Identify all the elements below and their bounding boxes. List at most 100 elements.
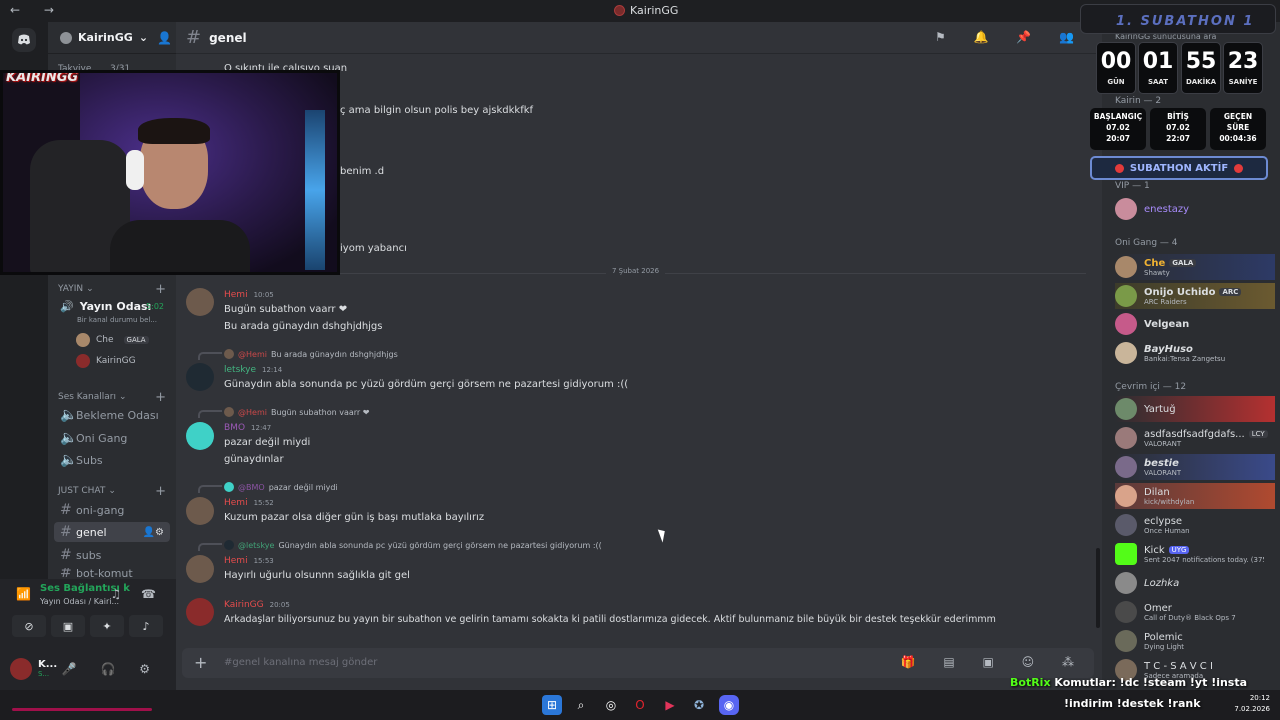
reply-connector	[198, 543, 222, 551]
discord-home-icon[interactable]	[12, 28, 36, 52]
hash-icon: #	[60, 547, 72, 563]
voice-channel-bekleme[interactable]: 🔈 Bekleme Odası	[54, 405, 170, 425]
hash-icon: #	[60, 524, 72, 540]
member-polemic[interactable]: Polemic Dying Light	[1115, 628, 1275, 654]
member-kick[interactable]: Kick UYG Sent 2047 notifications today. (3…	[1115, 541, 1275, 567]
avatar[interactable]	[186, 288, 214, 316]
reply-preview[interactable]: @Hemi Bu arada günaydın dshghjdhjgs	[224, 349, 398, 359]
member-velgean[interactable]: Velgean	[1115, 311, 1275, 337]
add-channel-icon[interactable]: +	[155, 282, 166, 297]
message-text: Kuzum pazar olsa diğer gün iş başı mutla…	[224, 512, 485, 523]
activities-button[interactable]: ✦	[90, 615, 124, 637]
message-input[interactable]: #genel kanalına mesaj gönder	[224, 657, 377, 668]
category-ses-kanallari[interactable]: Ses Kanalları ⌄ +	[58, 390, 166, 405]
speaker-icon: 🔈	[60, 452, 78, 468]
live-dot-icon	[1114, 163, 1124, 173]
avatar[interactable]	[10, 657, 32, 680]
voice-channel-oni-gang[interactable]: 🔈 Oni Gang	[54, 428, 170, 448]
voice-user-kairingg[interactable]: KairinGG	[76, 354, 136, 368]
voice-channel-yayin-odasi[interactable]: 🔊 Yayın Odası 5:02	[54, 297, 170, 315]
speaker-icon: 🔈	[60, 430, 78, 446]
text-channel-genel[interactable]: # genel 👤⚙	[54, 522, 170, 542]
botrix-commands-line2: !indirim !destek !rank	[1064, 697, 1201, 710]
avatar[interactable]	[186, 422, 214, 450]
avatar[interactable]	[186, 497, 214, 525]
member-dilan[interactable]: Dilan kick/withdylan	[1115, 483, 1275, 509]
disconnect-icon[interactable]: ♫ ☎	[110, 587, 164, 601]
signal-icon: 📶	[16, 587, 31, 601]
message-text: ç ama bilgin olsun polis bey ajskdkkfkf	[340, 105, 534, 116]
avatar	[224, 407, 234, 417]
member-bestie[interactable]: bestie VALORANT	[1115, 454, 1275, 480]
member-eclypse[interactable]: eclypse Once Human	[1115, 512, 1275, 538]
member-yartug[interactable]: Yartuğ	[1115, 396, 1275, 422]
steam-icon[interactable]: ✪	[689, 695, 709, 715]
avatar	[1115, 630, 1137, 652]
message-text: benim .d	[340, 166, 385, 177]
member-enestazy[interactable]: enestazy	[1115, 196, 1275, 222]
system-clock[interactable]: 20:12 7.02.2026	[1234, 693, 1270, 715]
message-text: iyom yabancı	[340, 243, 407, 254]
header-toolbar-icons[interactable]: ⚑ 🔔 📌 👥	[935, 30, 1086, 44]
member-bayhuso[interactable]: BayHuso Bankai:Tensa Zangetsu	[1115, 340, 1275, 366]
member-onijo-uchido[interactable]: Onijo Uchido ARC ARC Raiders	[1115, 283, 1275, 309]
reply-connector	[198, 485, 222, 493]
category-just-chat[interactable]: JUST CHAT ⌄ +	[58, 484, 166, 499]
message-author: Hemi 10:05	[224, 290, 274, 300]
avatar	[224, 482, 234, 492]
attach-plus-icon[interactable]: +	[194, 653, 207, 672]
camera-off-button[interactable]: ⊘	[12, 615, 46, 637]
voice-channel-subs[interactable]: 🔈 Subs	[54, 450, 170, 470]
member-asdf[interactable]: asdfasdfsadfgdafs... LCY VALORANT	[1115, 425, 1275, 451]
member-che[interactable]: Che GALA Shawty	[1115, 254, 1275, 280]
scrollbar[interactable]	[1096, 548, 1100, 628]
chevron-down-icon: ⌄	[138, 31, 149, 44]
avatar	[224, 349, 234, 359]
category-yayin[interactable]: YAYIN ⌄ +	[58, 282, 166, 297]
reply-preview[interactable]: @Hemi Bugün subathon vaarr ❤	[224, 407, 369, 417]
message-author: Hemi 15:53	[224, 556, 274, 566]
back-forward-nav-icon[interactable]: ← →	[10, 3, 64, 17]
mic-headset-settings-icons[interactable]: 🎤 🎧 ⚙	[62, 662, 160, 676]
message-composer[interactable]: + #genel kanalına mesaj gönder 🎁 ▤ ▣ ☺ ⁂	[182, 648, 1094, 678]
voice-user-che[interactable]: Che GALA	[76, 333, 149, 347]
avatar[interactable]	[186, 555, 214, 583]
subathon-elapsed: GEÇEN SÜRE 00:04:36	[1210, 108, 1266, 150]
channel-settings-icon[interactable]: 👤⚙	[143, 527, 164, 538]
windows-start-icon[interactable]: ⊞	[542, 695, 562, 715]
add-channel-icon[interactable]: +	[155, 390, 166, 405]
subathon-end: BİTİŞ 07.02 22:07	[1150, 108, 1206, 150]
opera-icon[interactable]: O	[630, 695, 650, 715]
text-channel-oni-gang[interactable]: # oni-gang	[54, 500, 170, 520]
soundboard-button[interactable]: ♪	[129, 615, 163, 637]
avatar[interactable]	[186, 363, 214, 391]
voice-connection-panel: 📶 Ses Bağlantısı k Yayın Odası / Kairi..…	[0, 579, 176, 647]
avatar[interactable]	[186, 598, 214, 626]
reply-preview[interactable]: @BMO pazar değil miydi	[224, 482, 338, 492]
webcam-overlay: KAIRINGG	[0, 70, 340, 275]
discord-taskbar-icon[interactable]: ◉	[719, 695, 739, 715]
avatar	[1115, 601, 1137, 623]
reply-preview[interactable]: @letskye Günaydın abla sonunda pc yüzü g…	[224, 540, 602, 550]
screen-share-button[interactable]: ▣	[51, 615, 85, 637]
server-header[interactable]: KairinGG ⌄ 👤	[48, 22, 176, 54]
media-app-icon[interactable]: ▶	[660, 695, 680, 715]
add-channel-icon[interactable]: +	[155, 484, 166, 499]
invite-user-icon[interactable]: 👤	[157, 31, 172, 45]
hash-icon: #	[60, 502, 72, 518]
search-icon[interactable]: ⌕	[571, 695, 591, 715]
avatar	[1115, 313, 1137, 335]
hash-icon: #	[186, 27, 202, 48]
chrome-icon[interactable]: ◎	[601, 695, 621, 715]
text-channel-bot-komut[interactable]: # bot-komut	[54, 568, 170, 578]
avatar	[224, 540, 234, 550]
kick-bot-icon	[1115, 543, 1137, 565]
avatar	[1115, 342, 1137, 364]
member-omer[interactable]: Omer Call of Duty® Black Ops 7	[1115, 599, 1275, 625]
composer-tools-icons[interactable]: 🎁 ▤ ▣ ☺ ⁂	[901, 655, 1086, 669]
subathon-active-banner: SUBATHON AKTİF	[1090, 156, 1268, 180]
hash-icon: #	[60, 568, 72, 578]
member-lozhka[interactable]: Lozhka	[1115, 570, 1275, 596]
message-text: Günaydın abla sonunda pc yüzü gördüm ger…	[224, 379, 629, 390]
text-channel-subs[interactable]: # subs	[54, 545, 170, 565]
